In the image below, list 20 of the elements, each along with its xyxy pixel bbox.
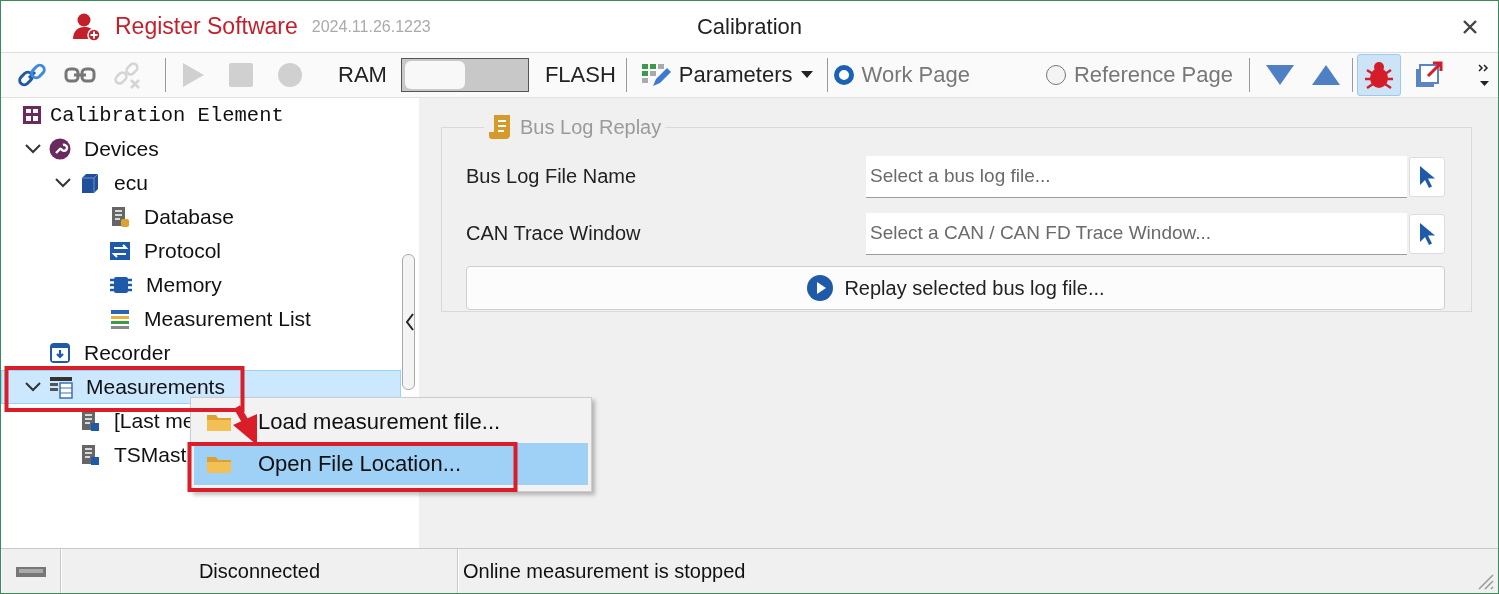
window-title: Calibration xyxy=(696,13,803,40)
tree-label: Protocol xyxy=(144,239,222,263)
tree-label: Memory xyxy=(146,273,222,297)
version-label: 2024.11.26.1223 xyxy=(311,17,431,36)
tree-title: Calibration Element xyxy=(50,103,284,127)
tree-label: TSMast xyxy=(114,443,187,467)
tree-label: Measurement List xyxy=(144,307,311,331)
status-message: Online measurement is stopped xyxy=(463,560,746,583)
flash-label: FLASH xyxy=(544,62,616,88)
ram-label: RAM xyxy=(338,62,387,88)
tree-label: Devices xyxy=(84,137,159,161)
field-label: CAN Trace Window xyxy=(466,222,642,245)
app-name: Register Software xyxy=(115,13,298,40)
tree-label: Database xyxy=(144,205,234,229)
group-title: Bus Log Replay xyxy=(520,115,662,139)
connection-status: Disconnected xyxy=(198,560,321,583)
tree-label: Measurements xyxy=(86,375,225,399)
tree-label: Recorder xyxy=(84,341,171,365)
field-label: Bus Log File Name xyxy=(466,165,638,188)
tree-label: ecu xyxy=(114,171,148,195)
